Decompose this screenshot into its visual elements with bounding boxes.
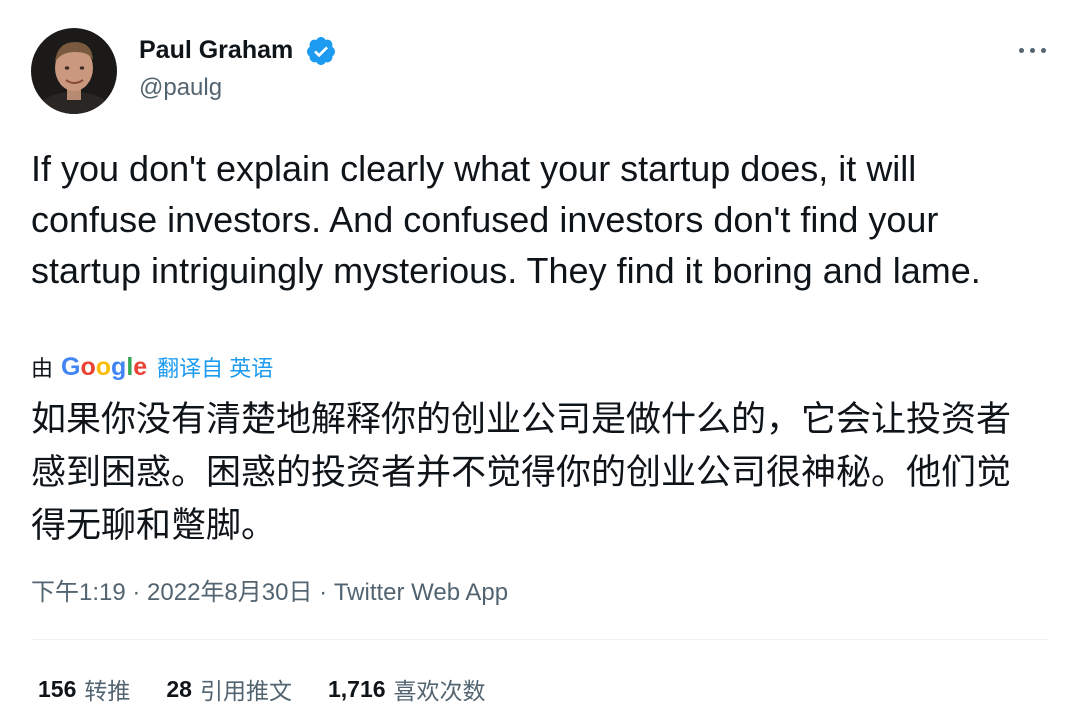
retweets-stat[interactable]: 156 转推 [38,672,130,706]
translation-attribution: 由 Google 翻译自 英语 [31,351,273,383]
meta-separator: · [312,579,334,606]
more-options-icon[interactable] [1012,38,1052,62]
retweets-count: 156 [38,675,77,702]
tweet-card: Paul Graham @paulg If you don't explain … [0,0,1080,715]
author-name[interactable]: Paul Graham [139,34,293,66]
translated-from-link[interactable]: 翻译自 英语 [157,351,273,383]
likes-label: 喜欢次数 [393,678,486,704]
divider [31,639,1049,640]
quotes-count: 28 [166,675,192,702]
author-handle[interactable]: @paulg [139,72,222,104]
likes-stat[interactable]: 1,716 喜欢次数 [328,672,486,706]
likes-count: 1,716 [327,675,386,702]
quotes-stat[interactable]: 28 引用推文 [166,672,292,706]
tweet-date[interactable]: 2022年8月30日 [147,579,312,606]
meta-separator: · [125,579,148,606]
tweet-metadata: 下午1:19 · 2022年8月30日 · Twitter Web App [31,575,508,611]
translation-by-label: 由 [31,356,54,381]
retweets-label: 转推 [84,678,131,704]
tweet-source[interactable]: Twitter Web App [334,579,508,606]
verified-badge-icon [306,37,335,65]
engagement-stats: 156 转推 28 引用推文 1,716 喜欢次数 [38,672,522,706]
more-dot [1040,47,1046,53]
google-logo: Google [61,352,148,381]
translated-text: 如果你没有清楚地解释你的创业公司是做什么的，它会让投资者感到困惑。困惑的投资者并… [31,400,1012,545]
quotes-label: 引用推文 [199,678,292,704]
more-dot [1029,47,1035,53]
more-dot [1018,47,1024,53]
avatar[interactable] [31,28,117,114]
tweet-time[interactable]: 下午1:19 [31,579,126,606]
tweet-text: If you don't explain clearly what your s… [31,148,981,291]
